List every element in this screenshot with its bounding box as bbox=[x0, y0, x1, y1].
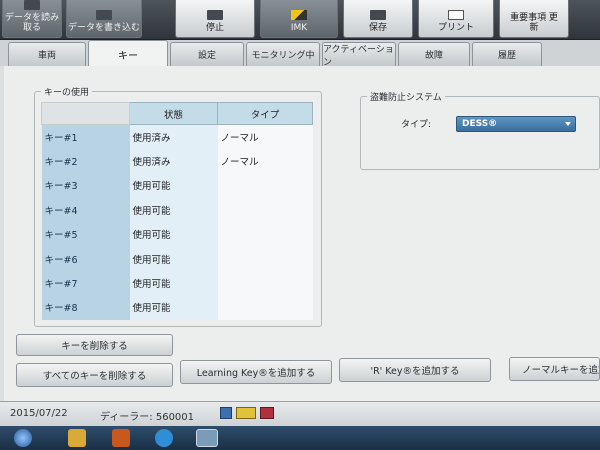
key-status: 使用可能 bbox=[129, 197, 218, 223]
key-type bbox=[217, 246, 313, 271]
read-data-button[interactable]: データを読み取る bbox=[2, 0, 62, 38]
save-label: 保存 bbox=[368, 23, 387, 33]
status-date: 2015/07/22 bbox=[10, 408, 68, 419]
save-icon bbox=[370, 10, 386, 20]
imk-icon bbox=[291, 10, 307, 20]
imk-label: IMK bbox=[290, 23, 308, 33]
media-player-icon[interactable] bbox=[112, 429, 130, 447]
tab-monitoring[interactable]: モニタリング中 bbox=[246, 42, 320, 66]
browser-icon[interactable] bbox=[155, 429, 173, 447]
column-header-type: タイプ bbox=[217, 102, 313, 125]
add-normal-key-button[interactable]: ノーマルキーを追加 bbox=[509, 357, 600, 381]
tab-settings[interactable]: 設定 bbox=[170, 42, 244, 66]
table-row[interactable]: キー#7 使用可能 bbox=[41, 270, 313, 296]
delete-all-keys-button[interactable]: すべてのキーを削除する bbox=[16, 363, 173, 387]
immobilizer-group: 盗難防止システム タイプ: DESS® bbox=[360, 90, 600, 170]
key-status: 使用済み bbox=[129, 148, 218, 174]
print-icon bbox=[448, 10, 464, 20]
table-row[interactable]: キー#2 使用済み ノーマル bbox=[41, 148, 313, 174]
important-update-button[interactable]: 重要事項 更新 bbox=[499, 0, 569, 38]
key-label: キー#1 bbox=[41, 124, 130, 149]
status-dealer: ディーラー: 560001 bbox=[100, 412, 195, 423]
save-button[interactable]: 保存 bbox=[343, 0, 413, 38]
read-data-icon bbox=[24, 0, 40, 10]
imk-button[interactable]: IMK bbox=[260, 0, 338, 38]
connection-icon bbox=[236, 407, 256, 419]
status-bar: 2015/07/22 ディーラー: 560001 bbox=[0, 401, 600, 426]
add-learning-key-button[interactable]: Learning Key®を追加する bbox=[180, 360, 332, 384]
table-row[interactable]: キー#6 使用可能 bbox=[41, 246, 313, 271]
tab-activation[interactable]: アクティベーション bbox=[322, 42, 396, 68]
key-status: 使用可能 bbox=[129, 246, 218, 271]
table-row[interactable]: キー#8 使用可能 bbox=[41, 295, 313, 320]
stop-button[interactable]: 停止 bbox=[175, 0, 255, 38]
vehicle-icon bbox=[260, 407, 274, 419]
print-button[interactable]: プリント bbox=[418, 0, 494, 38]
table-row[interactable]: キー#1 使用済み ノーマル bbox=[41, 124, 313, 149]
key-status: 使用済み bbox=[129, 124, 218, 149]
key-status: 使用可能 bbox=[129, 173, 218, 198]
key-label: キー#4 bbox=[41, 197, 130, 223]
key-label: キー#7 bbox=[41, 270, 130, 296]
table-row[interactable]: キー#4 使用可能 bbox=[41, 197, 313, 223]
immobilizer-type-label: タイプ: bbox=[401, 120, 432, 130]
table-corner bbox=[41, 102, 130, 125]
important-update-label: 重要事項 更新 bbox=[510, 13, 558, 33]
tab-vehicle[interactable]: 車両 bbox=[8, 42, 86, 66]
key-type bbox=[217, 197, 313, 223]
computer-icon bbox=[220, 407, 232, 419]
key-type: ノーマル bbox=[217, 124, 313, 149]
read-data-label: データを読み取る bbox=[4, 13, 59, 33]
key-type bbox=[217, 222, 313, 247]
key-status: 使用可能 bbox=[129, 270, 218, 296]
tab-faults[interactable]: 故障 bbox=[398, 42, 470, 66]
column-header-status: 状態 bbox=[129, 102, 218, 125]
tab-key[interactable]: キー bbox=[88, 40, 168, 67]
immobilizer-type-value: DESS® bbox=[462, 119, 498, 129]
main-toolbar: データを読み取る データを書き込む 停止 IMK 保存 プリント 重要事項 更新 bbox=[0, 0, 600, 40]
key-status: 使用可能 bbox=[129, 222, 218, 247]
tab-history[interactable]: 履歴 bbox=[472, 42, 542, 66]
key-label: キー#5 bbox=[41, 222, 130, 247]
key-label: キー#3 bbox=[41, 173, 130, 198]
key-type: ノーマル bbox=[217, 148, 313, 174]
key-table: 状態 タイプ キー#1 使用済み ノーマル キー#2 使用済み ノーマル キー#… bbox=[41, 102, 313, 320]
key-usage-group: キーの使用 状態 タイプ キー#1 使用済み ノーマル キー#2 使用済み ノー… bbox=[34, 85, 322, 327]
write-data-button[interactable]: データを書き込む bbox=[66, 0, 142, 38]
table-row[interactable]: キー#5 使用可能 bbox=[41, 222, 313, 247]
write-data-label: データを書き込む bbox=[67, 23, 140, 33]
key-label: キー#2 bbox=[41, 148, 130, 174]
key-label: キー#8 bbox=[41, 295, 130, 320]
taskbar bbox=[0, 426, 600, 450]
tab-strip: 車両 キー 設定 モニタリング中 アクティベーション 故障 履歴 bbox=[0, 40, 600, 68]
immobilizer-title: 盗難防止システム bbox=[367, 90, 445, 103]
write-data-icon bbox=[96, 10, 112, 20]
delete-key-button[interactable]: キーを削除する bbox=[16, 334, 173, 356]
dropdown-caret-icon bbox=[565, 122, 571, 126]
key-type bbox=[217, 173, 313, 198]
stop-icon bbox=[207, 10, 223, 20]
folder-icon[interactable] bbox=[68, 429, 86, 447]
start-icon[interactable] bbox=[14, 429, 32, 447]
key-panel: キーの使用 状態 タイプ キー#1 使用済み ノーマル キー#2 使用済み ノー… bbox=[4, 66, 600, 401]
key-label: キー#6 bbox=[41, 246, 130, 271]
key-type bbox=[217, 270, 313, 296]
immobilizer-type-select[interactable]: DESS® bbox=[456, 116, 576, 132]
app-icon[interactable] bbox=[196, 429, 218, 447]
print-label: プリント bbox=[437, 23, 474, 33]
key-usage-title: キーの使用 bbox=[41, 85, 93, 98]
key-type bbox=[217, 295, 313, 320]
key-status: 使用可能 bbox=[129, 295, 218, 320]
stop-label: 停止 bbox=[205, 23, 224, 33]
table-row[interactable]: キー#3 使用可能 bbox=[41, 173, 313, 198]
add-r-key-button[interactable]: 'R' Key®を追加する bbox=[339, 358, 491, 382]
